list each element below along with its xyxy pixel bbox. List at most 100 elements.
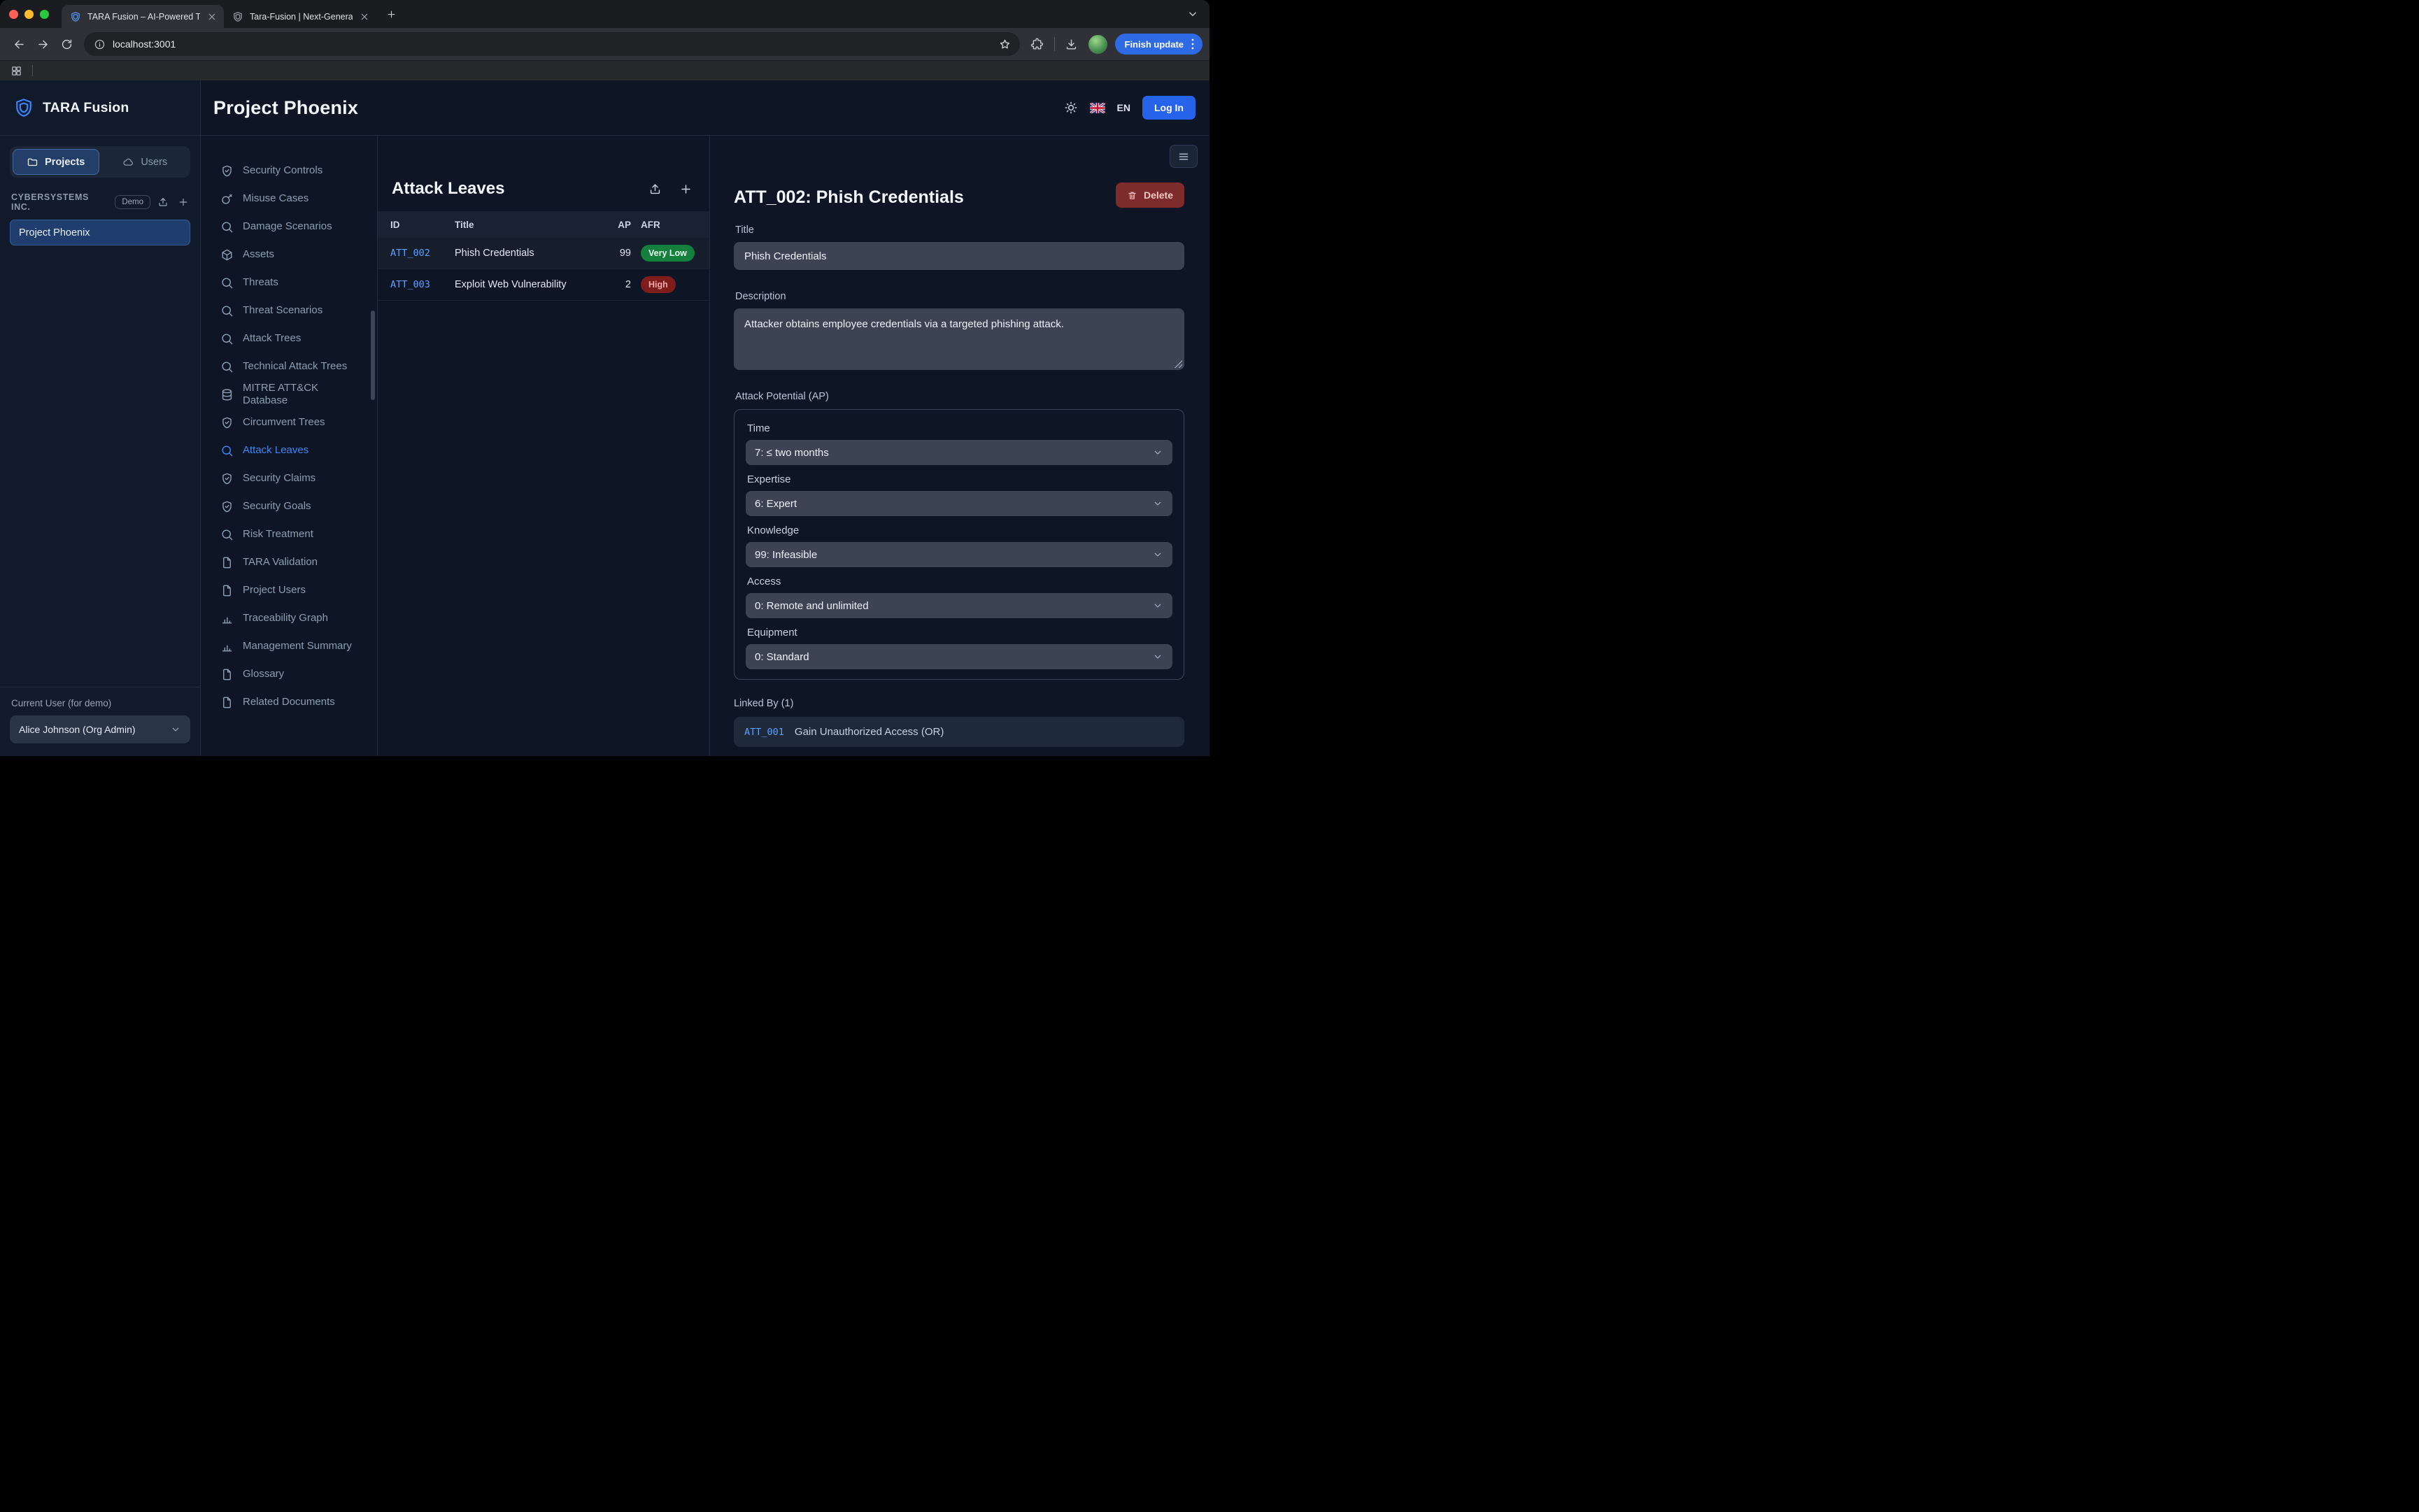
uk-flag-icon[interactable] [1090,103,1105,113]
cell-ap: 2 [595,279,631,290]
toggle-users[interactable]: Users [103,149,188,175]
close-window-button[interactable] [9,10,18,19]
nav-item-attack-trees[interactable]: Attack Trees [201,324,377,352]
cell-afr: High [631,276,709,293]
cell-id: ATT_003 [378,279,455,290]
nav-item-label: Glossary [243,668,284,680]
reload-button[interactable] [55,32,78,56]
content-row: Security ControlsMisuse CasesDamage Scen… [201,136,1210,756]
zoom-window-button[interactable] [40,10,49,19]
search-icon [220,276,234,290]
nav-item-label: Risk Treatment [243,528,313,541]
linked-item-att-001[interactable]: ATT_001Gain Unauthorized Access (OR) [734,717,1184,747]
nav-item-label: Attack Trees [243,332,301,345]
project-nav: Security ControlsMisuse CasesDamage Scen… [201,136,378,756]
nav-item-damage-scenarios[interactable]: Damage Scenarios [201,213,377,241]
column-header-afr: AFR [631,220,709,230]
forward-button[interactable] [31,32,55,56]
delete-button[interactable]: Delete [1116,183,1184,208]
table-row-att-003[interactable]: ATT_003Exploit Web Vulnerability2High [378,269,709,301]
nav-item-assets[interactable]: Assets [201,241,377,269]
tab-close-icon[interactable] [206,11,218,22]
theme-toggle-sun-icon[interactable] [1064,101,1078,115]
address-bar[interactable]: localhost:3001 [84,32,1020,56]
nav-item-threats[interactable]: Threats [201,269,377,297]
minimize-window-button[interactable] [24,10,34,19]
nav-item-threat-scenarios[interactable]: Threat Scenarios [201,297,377,324]
select-time[interactable]: 7: ≤ two months [746,440,1172,465]
nav-item-label: Attack Leaves [243,444,308,457]
extensions-button[interactable] [1026,32,1049,56]
ap-section-label: Attack Potential (AP) [735,391,1183,402]
nav-item-circumvent-trees[interactable]: Circumvent Trees [201,409,377,437]
nav-item-attack-leaves[interactable]: Attack Leaves [201,437,377,465]
nav-item-glossary[interactable]: Glossary [201,661,377,689]
nav-item-technical-attack-trees[interactable]: Technical Attack Trees [201,352,377,380]
nav-item-tara-validation[interactable]: TARA Validation [201,549,377,577]
export-icon[interactable] [648,183,662,196]
app-logo: TARA Fusion [0,80,200,136]
nav-item-security-goals[interactable]: Security Goals [201,493,377,521]
nav-item-security-claims[interactable]: Security Claims [201,465,377,493]
nav-item-management-summary[interactable]: Management Summary [201,633,377,661]
browser-menu-icon[interactable] [1185,36,1200,52]
search-icon [220,360,234,373]
new-tab-button[interactable] [382,5,400,23]
current-user-select[interactable]: Alice Johnson (Org Admin) [10,715,190,743]
site-info-icon[interactable] [94,38,106,50]
downloads-button[interactable] [1060,32,1084,56]
nav-scrollbar[interactable] [371,311,375,400]
cell-title: Phish Credentials [455,248,595,259]
select-access[interactable]: 0: Remote and unlimited [746,593,1172,618]
select-knowledge[interactable]: 99: Infeasible [746,542,1172,567]
file-icon [220,584,234,597]
nav-item-traceability-graph[interactable]: Traceability Graph [201,605,377,633]
table-row-att-002[interactable]: ATT_002Phish Credentials99Very Low [378,238,709,269]
column-header-ap: AP [595,220,631,230]
description-textarea[interactable]: Attacker obtains employee credentials vi… [734,308,1184,370]
add-project-icon[interactable] [178,197,189,208]
language-label[interactable]: EN [1117,102,1130,113]
select-value: 0: Standard [755,651,809,663]
bookmarks-bar [0,60,1210,80]
chevron-down-icon [170,724,181,735]
nav-item-security-controls[interactable]: Security Controls [201,157,377,185]
finish-update-button[interactable]: Finish update [1115,34,1203,55]
tab-search-chevron-icon[interactable] [1186,8,1199,20]
login-button[interactable]: Log In [1142,96,1196,120]
export-icon[interactable] [157,197,169,208]
select-expertise[interactable]: 6: Expert [746,491,1172,516]
nav-item-label: Threat Scenarios [243,304,322,317]
nav-item-label: Circumvent Trees [243,416,325,429]
nav-item-mitre-att-ck-database[interactable]: MITRE ATT&CK Database [201,380,377,409]
bookmark-star-icon[interactable] [998,38,1012,51]
chevron-down-icon [1152,600,1163,611]
menu-button[interactable] [1170,145,1198,168]
description-value: Attacker obtains employee credentials vi… [744,318,1064,330]
browser-tab-inactive[interactable]: Tara-Fusion | Next-Generatio [224,5,376,28]
browser-tab-active[interactable]: TARA Fusion – AI-Powered Th [62,5,224,28]
profile-avatar[interactable] [1088,35,1107,54]
users-cloud-icon [122,156,134,168]
folder-icon [27,156,38,168]
search-icon [220,332,234,345]
title-input[interactable]: Phish Credentials [734,242,1184,270]
apps-grid-icon[interactable] [10,65,22,77]
nav-item-label: Management Summary [243,640,352,652]
tab-favicon-icon [232,11,243,22]
add-attack-leaf-icon[interactable] [679,183,693,196]
nav-item-related-documents[interactable]: Related Documents [201,689,377,717]
toggle-projects[interactable]: Projects [13,149,99,175]
current-user-value: Alice Johnson (Org Admin) [19,724,136,735]
select-equipment[interactable]: 0: Standard [746,644,1172,669]
nav-item-misuse-cases[interactable]: Misuse Cases [201,185,377,213]
nav-item-project-users[interactable]: Project Users [201,577,377,605]
tab-close-icon[interactable] [359,11,370,22]
sidebar-item-project-phoenix[interactable]: Project Phoenix [10,220,190,245]
menu-icon [1177,150,1190,163]
nav-item-label: Traceability Graph [243,612,328,625]
back-button[interactable] [7,32,31,56]
download-icon [1065,38,1078,51]
nav-item-risk-treatment[interactable]: Risk Treatment [201,521,377,549]
attack-potential-box: Time7: ≤ two monthsExpertise6: ExpertKno… [734,409,1184,680]
